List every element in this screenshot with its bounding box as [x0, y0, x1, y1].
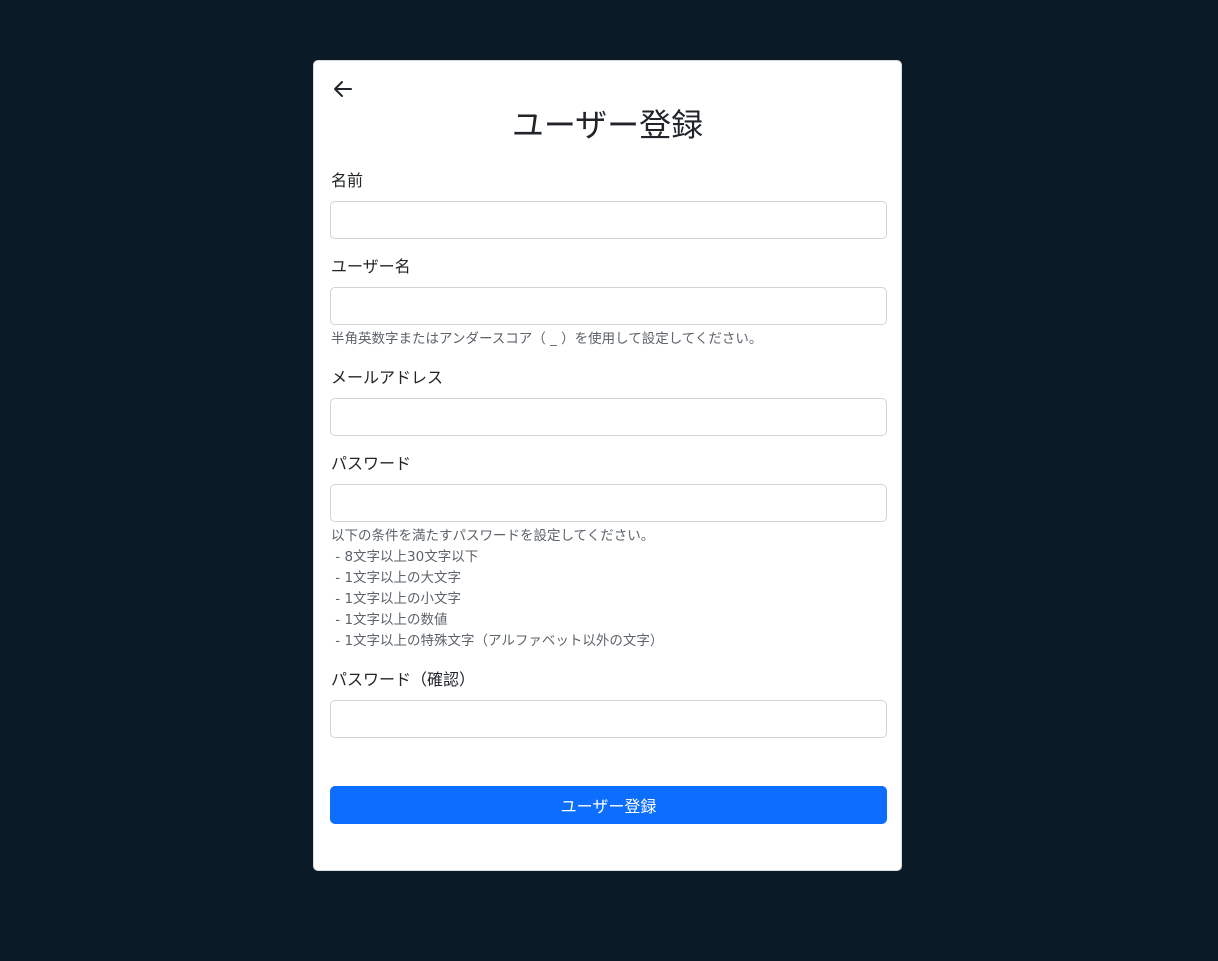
password-rule: - 1文字以上の大文字	[331, 570, 462, 586]
password-label: パスワード	[331, 454, 412, 473]
password-confirm-input[interactable]	[330, 700, 887, 738]
password-rule: - 1文字以上の数値	[331, 612, 448, 628]
username-input[interactable]	[330, 287, 887, 325]
back-button[interactable]	[332, 78, 354, 100]
password-rule: - 8文字以上30文字以下	[331, 549, 479, 565]
email-label: メールアドレス	[331, 368, 444, 387]
password-rule: - 1文字以上の特殊文字（アルファベット以外の文字）	[331, 633, 664, 649]
username-label: ユーザー名	[331, 257, 411, 276]
username-help-text: 半角英数字またはアンダースコア（ _ ）を使用して設定してください。	[331, 331, 763, 347]
email-input[interactable]	[330, 398, 887, 436]
name-label: 名前	[331, 171, 364, 190]
password-input[interactable]	[330, 484, 887, 522]
password-help-intro: 以下の条件を満たすパスワードを設定してください。	[331, 528, 655, 544]
name-input[interactable]	[330, 201, 887, 239]
page-title: ユーザー登録	[511, 106, 704, 144]
arrow-left-icon	[334, 81, 352, 97]
registration-card: ユーザー登録 名前 ユーザー名 半角英数字またはアンダースコア（ _ ）を使用し…	[313, 60, 902, 871]
password-confirm-label: パスワード（確認）	[331, 670, 476, 689]
register-button[interactable]: ユーザー登録	[330, 786, 887, 824]
password-rule: - 1文字以上の小文字	[331, 591, 462, 607]
